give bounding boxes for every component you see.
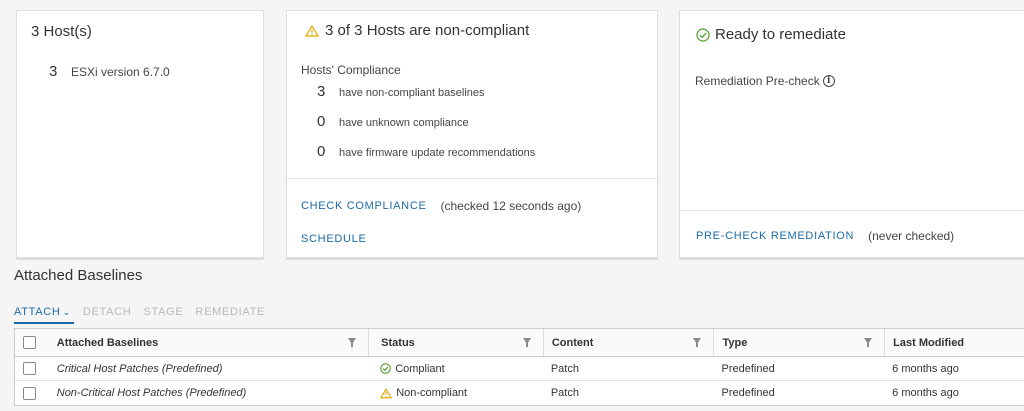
grid-header-row: Attached Baselines Status Content Type L… — [15, 329, 1024, 357]
attach-label: ATTACH — [14, 306, 61, 318]
compliance-card-title-text: 3 of 3 Hosts are non-compliant — [325, 22, 530, 39]
column-header-content[interactable]: Content — [542, 329, 714, 356]
remediate-card-title: Ready to remediate — [696, 26, 846, 43]
hosts-card-title: 3 Host(s) — [31, 23, 92, 40]
checked-time-note: (checked 12 seconds ago) — [440, 199, 582, 213]
baseline-name: Critical Host Patches (Predefined) — [56, 362, 223, 375]
baseline-name: Non-Critical Host Patches (Predefined) — [56, 387, 247, 399]
row-select-cell — [15, 381, 45, 405]
table-row[interactable]: Non-Critical Host Patches (Predefined) N… — [15, 381, 1024, 405]
compliance-row: 3 have non-compliant baselines — [317, 83, 485, 100]
info-icon[interactable]: i — [822, 75, 835, 87]
remediate-card-title-text: Ready to remediate — [715, 26, 846, 43]
compliance-count: 0 — [317, 113, 326, 130]
card-divider — [287, 178, 657, 179]
filter-icon[interactable] — [864, 338, 873, 347]
hosts-compliance-label: Hosts' Compliance — [301, 63, 401, 77]
column-header-label: Last Modified — [893, 336, 965, 349]
baseline-modified: 6 months ago — [892, 362, 959, 375]
baseline-status: Non-compliant — [368, 381, 543, 405]
remediate-button[interactable]: REMEDIATE — [195, 306, 265, 318]
baseline-content: Patch — [550, 387, 579, 399]
row-checkbox[interactable] — [23, 362, 37, 375]
baselines-toolbar: ATTACH ⌄ DETACH STAGE REMEDIATE — [14, 306, 265, 318]
schedule-link[interactable]: SCHEDULE — [301, 233, 367, 245]
column-header-label: Attached Baselines — [56, 336, 159, 349]
chevron-down-icon: ⌄ — [62, 307, 71, 317]
row-checkbox[interactable] — [23, 386, 37, 400]
card-divider — [680, 210, 1024, 211]
select-all-checkbox[interactable] — [23, 336, 37, 349]
column-header-name[interactable]: Attached Baselines — [45, 329, 368, 356]
compliance-row-label: have firmware update recommendations — [339, 147, 536, 159]
column-header-modified[interactable]: Last Modified — [884, 329, 1024, 356]
host-version-row: 3 ESXi version 6.7.0 — [49, 63, 170, 80]
baselines-grid: Attached Baselines Status Content Type L… — [14, 328, 1024, 406]
warning-triangle-icon — [380, 387, 393, 398]
pre-check-remediation-link[interactable]: PRE-CHECK REMEDIATION — [696, 230, 854, 242]
compliance-summary-card: 3 of 3 Hosts are non-compliant Hosts' Co… — [286, 10, 658, 260]
compliance-count: 3 — [317, 83, 326, 100]
attach-button[interactable]: ATTACH ⌄ — [14, 306, 71, 318]
compliance-row-label: have unknown compliance — [339, 117, 469, 129]
column-header-status[interactable]: Status — [368, 329, 543, 356]
compliance-row: 0 have firmware update recommendations — [317, 143, 535, 160]
baseline-type: Predefined — [721, 362, 775, 375]
status-label: Compliant — [395, 362, 445, 375]
remediate-summary-card: Ready to remediate Remediation Pre-check… — [679, 10, 1024, 260]
select-all-cell — [15, 329, 45, 356]
status-label: Non-compliant — [396, 387, 468, 399]
attached-baselines-heading: Attached Baselines — [14, 267, 143, 284]
baseline-content: Patch — [550, 362, 579, 375]
baseline-status: Compliant — [368, 357, 543, 380]
filter-icon[interactable] — [693, 338, 702, 347]
row-select-cell — [15, 357, 45, 380]
detach-button[interactable]: DETACH — [83, 306, 132, 318]
host-count: 3 — [49, 63, 58, 80]
column-header-type[interactable]: Type — [713, 329, 884, 356]
precheck-label: Remediation Pre-check — [695, 74, 820, 88]
precheck-status-note: (never checked) — [868, 229, 955, 243]
check-circle-icon — [380, 363, 391, 374]
filter-icon[interactable] — [522, 338, 531, 347]
column-header-label: Type — [722, 336, 748, 349]
host-version-label: ESXi version 6.7.0 — [71, 65, 170, 79]
baseline-type: Predefined — [721, 387, 775, 399]
warning-triangle-icon — [305, 24, 319, 37]
stage-button[interactable]: STAGE — [143, 306, 183, 318]
check-compliance-row: CHECK COMPLIANCE (checked 12 seconds ago… — [301, 199, 581, 213]
compliance-row: 0 have unknown compliance — [317, 113, 469, 130]
precheck-label-row: Remediation Pre-check i — [695, 74, 835, 88]
compliance-card-title: 3 of 3 Hosts are non-compliant — [305, 22, 529, 39]
compliance-count: 0 — [317, 143, 326, 160]
compliance-row-label: have non-compliant baselines — [339, 87, 485, 99]
filter-icon[interactable] — [348, 338, 357, 347]
table-row[interactable]: Critical Host Patches (Predefined) Compl… — [15, 357, 1024, 381]
attach-active-underline — [14, 322, 74, 324]
hosts-summary-card: 3 Host(s) 3 ESXi version 6.7.0 — [16, 10, 264, 260]
baseline-modified: 6 months ago — [892, 387, 959, 399]
column-header-label: Status — [381, 336, 415, 349]
column-header-label: Content — [551, 336, 594, 349]
check-compliance-link[interactable]: CHECK COMPLIANCE — [301, 200, 427, 212]
precheck-row: PRE-CHECK REMEDIATION (never checked) — [696, 229, 954, 243]
check-circle-icon — [696, 27, 710, 42]
